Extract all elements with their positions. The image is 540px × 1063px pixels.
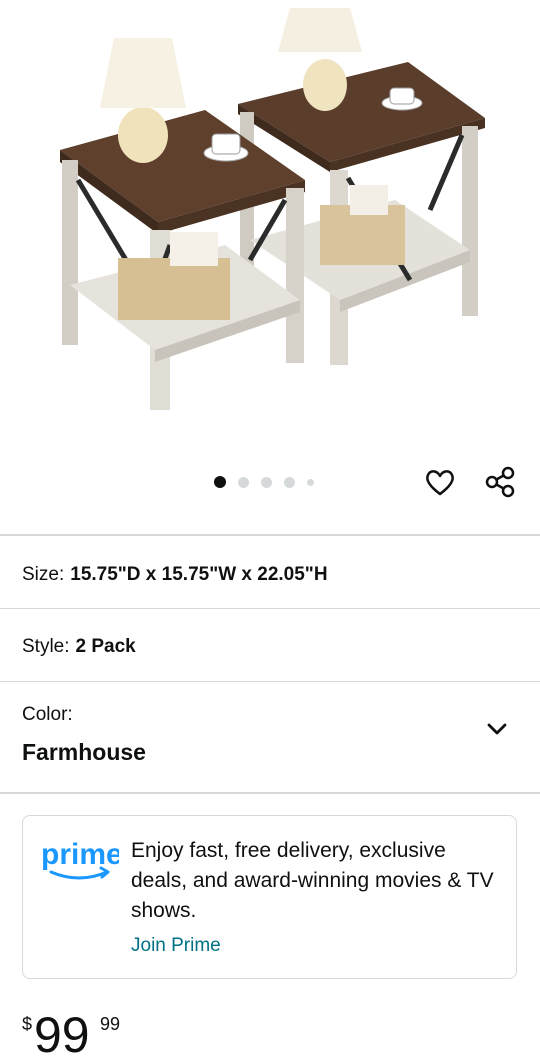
- price-fraction: 99: [100, 1014, 121, 1034]
- favorite-button[interactable]: [422, 464, 458, 500]
- style-value: 2 Pack: [75, 636, 136, 657]
- prime-logo-text: prime: [41, 838, 119, 871]
- end-tables-illustration: [60, 8, 485, 410]
- carousel-dot-3[interactable]: [261, 476, 272, 488]
- carousel-dot-4[interactable]: [284, 476, 295, 488]
- prime-message: Enjoy fast, free delivery, exclusive dea…: [131, 839, 494, 922]
- front-table: [60, 38, 305, 410]
- carousel-controls: [0, 460, 540, 506]
- chevron-down-icon[interactable]: [484, 716, 510, 742]
- price-symbol: $: [22, 1014, 33, 1034]
- share-icon: [485, 466, 515, 498]
- style-selector[interactable]: Style: 2 Pack: [22, 636, 136, 658]
- divider: [0, 792, 540, 794]
- size-selector[interactable]: Size: 15.75"D x 15.75"W x 22.05"H: [22, 564, 328, 586]
- join-prime-link[interactable]: Join Prime: [131, 935, 221, 957]
- color-value: Farmhouse: [22, 739, 146, 765]
- price-whole: 99: [34, 1007, 90, 1063]
- prime-promo-card: prime Enjoy fast, free delivery, exclusi…: [22, 815, 517, 979]
- carousel-dot-1[interactable]: [214, 476, 226, 488]
- divider: [0, 534, 540, 536]
- prime-logo: prime: [41, 838, 119, 880]
- size-label: Size:: [22, 564, 65, 585]
- divider: [0, 608, 540, 609]
- carousel-dot-5[interactable]: [307, 478, 314, 486]
- color-label: Color:: [22, 704, 73, 725]
- size-value: 15.75"D x 15.75"W x 22.05"H: [70, 564, 328, 585]
- style-label: Style:: [22, 636, 70, 657]
- carousel-dot-2[interactable]: [238, 476, 249, 488]
- heart-icon: [426, 470, 454, 496]
- product-image[interactable]: [0, 0, 540, 450]
- divider: [0, 681, 540, 682]
- share-button[interactable]: [482, 464, 518, 500]
- carousel-dots[interactable]: [214, 475, 326, 489]
